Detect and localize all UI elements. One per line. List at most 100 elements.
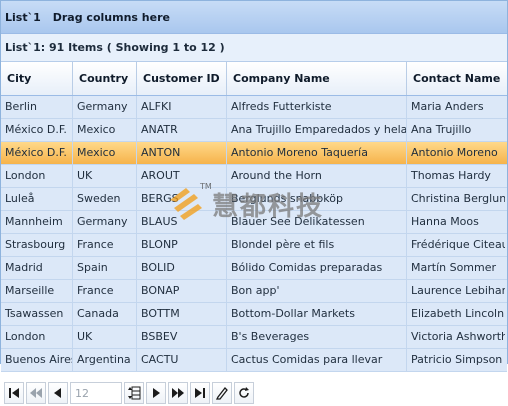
cell-city[interactable]: México D.F.: [1, 119, 73, 141]
cell-company-name[interactable]: Blondel père et fils: [227, 234, 407, 256]
cell-city[interactable]: Marseille: [1, 280, 73, 302]
cell-country[interactable]: France: [73, 280, 137, 302]
cell-city[interactable]: Strasbourg: [1, 234, 73, 256]
cell-country[interactable]: Mexico: [73, 119, 137, 141]
list-info-bar: List`1: 91 Items ( Showing 1 to 12 ): [1, 34, 507, 62]
cell-company-name[interactable]: Blauer See Delikatessen: [227, 211, 407, 233]
cell-contact-name[interactable]: Frédérique Citeaux: [407, 234, 505, 256]
cell-city[interactable]: Tsawassen: [1, 303, 73, 325]
last-page-button[interactable]: [190, 382, 210, 404]
cell-customer-id[interactable]: AROUT: [137, 165, 227, 187]
previous-group-icon: [30, 388, 42, 398]
cell-city[interactable]: Berlin: [1, 96, 73, 118]
previous-page-icon: [54, 388, 61, 398]
cell-city[interactable]: Buenos Aires: [1, 349, 73, 371]
table-row[interactable]: Luleå Sweden BERGS Berglunds snabbköp Christ…: [1, 188, 507, 211]
cell-customer-id[interactable]: BOTTM: [137, 303, 227, 325]
table-row[interactable]: Marseille France BONAP Bon app' Laurence Leb…: [1, 280, 507, 303]
cell-contact-name[interactable]: Maria Anders: [407, 96, 505, 118]
column-header-company-name[interactable]: Company Name: [227, 62, 407, 95]
group-by-panel[interactable]: List`1 Drag columns here: [1, 1, 507, 34]
cell-company-name[interactable]: Antonio Moreno Taquería: [227, 142, 407, 164]
next-group-icon: [172, 388, 184, 398]
cell-customer-id[interactable]: BONAP: [137, 280, 227, 302]
cell-country[interactable]: UK: [73, 165, 137, 187]
cell-contact-name[interactable]: Antonio Moreno: [407, 142, 505, 164]
page-size-icon: [128, 386, 141, 400]
cell-city[interactable]: México D.F.: [1, 142, 73, 164]
cell-contact-name[interactable]: Elizabeth Lincoln: [407, 303, 505, 325]
previous-group-button[interactable]: [26, 382, 46, 404]
first-page-button[interactable]: [4, 382, 24, 404]
table-row[interactable]: Buenos Aires Argentina CACTU Cactus Comidas…: [1, 349, 507, 372]
grid-body: Berlin Germany ALFKI Alfreds Futterkiste Mar…: [1, 96, 507, 372]
cell-country[interactable]: Argentina: [73, 349, 137, 371]
cell-company-name[interactable]: B's Beverages: [227, 326, 407, 348]
table-row[interactable]: Strasbourg France BLONP Blondel père et fil…: [1, 234, 507, 257]
cell-company-name[interactable]: Ana Trujillo Emparedados y helados: [227, 119, 407, 141]
page-size-input[interactable]: [70, 382, 122, 404]
cell-country[interactable]: Sweden: [73, 188, 137, 210]
cell-company-name[interactable]: Bottom-Dollar Markets: [227, 303, 407, 325]
column-header-customer-id[interactable]: Customer ID: [137, 62, 227, 95]
cell-contact-name[interactable]: Christina Berglund: [407, 188, 505, 210]
refresh-button[interactable]: [234, 382, 254, 404]
page-size-button[interactable]: [124, 382, 144, 404]
cell-city[interactable]: London: [1, 165, 73, 187]
cell-customer-id[interactable]: CACTU: [137, 349, 227, 371]
cell-country[interactable]: Germany: [73, 211, 137, 233]
column-header-contact-name[interactable]: Contact Name: [407, 62, 505, 95]
cell-city[interactable]: Madrid: [1, 257, 73, 279]
data-grid: List`1 Drag columns here List`1: 91 Item…: [0, 0, 508, 372]
cell-customer-id[interactable]: BLONP: [137, 234, 227, 256]
cell-company-name[interactable]: Alfreds Futterkiste: [227, 96, 407, 118]
cell-customer-id[interactable]: BLAUS: [137, 211, 227, 233]
pager-toolbar: [4, 382, 256, 404]
cell-country[interactable]: Canada: [73, 303, 137, 325]
table-row[interactable]: London UK BSBEV B's Beverages Victoria Ashwo…: [1, 326, 507, 349]
cell-customer-id[interactable]: ALFKI: [137, 96, 227, 118]
cell-city[interactable]: Luleå: [1, 188, 73, 210]
cell-contact-name[interactable]: Ana Trujillo: [407, 119, 505, 141]
column-header-row: City Country Customer ID Company Name Co…: [1, 62, 507, 96]
cell-company-name[interactable]: Around the Horn: [227, 165, 407, 187]
group-bar-title: List`1: [5, 10, 41, 24]
cell-contact-name[interactable]: Victoria Ashworth: [407, 326, 505, 348]
cell-customer-id[interactable]: BOLID: [137, 257, 227, 279]
cell-country[interactable]: Mexico: [73, 142, 137, 164]
group-bar-hint: Drag columns here: [52, 10, 170, 24]
cell-company-name[interactable]: Bon app': [227, 280, 407, 302]
table-row[interactable]: Mannheim Germany BLAUS Blauer See Delikates…: [1, 211, 507, 234]
next-page-button[interactable]: [146, 382, 166, 404]
cell-city[interactable]: Mannheim: [1, 211, 73, 233]
cell-contact-name[interactable]: Laurence Lebihan: [407, 280, 505, 302]
cell-contact-name[interactable]: Hanna Moos: [407, 211, 505, 233]
table-row[interactable]: México D.F. Mexico ANTON Antonio Moreno Taq…: [1, 142, 507, 165]
cell-country[interactable]: Spain: [73, 257, 137, 279]
column-header-city[interactable]: City: [1, 62, 73, 95]
cell-contact-name[interactable]: Martín Sommer: [407, 257, 505, 279]
cell-contact-name[interactable]: Patricio Simpson: [407, 349, 505, 371]
cell-country[interactable]: UK: [73, 326, 137, 348]
table-row[interactable]: Madrid Spain BOLID Bólido Comidas preparada…: [1, 257, 507, 280]
next-page-icon: [153, 388, 160, 398]
edit-button[interactable]: [212, 382, 232, 404]
cell-contact-name[interactable]: Thomas Hardy: [407, 165, 505, 187]
table-row[interactable]: Tsawassen Canada BOTTM Bottom-Dollar Market…: [1, 303, 507, 326]
table-row[interactable]: México D.F. Mexico ANATR Ana Trujillo Empar…: [1, 119, 507, 142]
cell-city[interactable]: London: [1, 326, 73, 348]
cell-country[interactable]: France: [73, 234, 137, 256]
cell-customer-id[interactable]: BSBEV: [137, 326, 227, 348]
previous-page-button[interactable]: [48, 382, 68, 404]
table-row[interactable]: Berlin Germany ALFKI Alfreds Futterkiste Mar…: [1, 96, 507, 119]
cell-company-name[interactable]: Bólido Comidas preparadas: [227, 257, 407, 279]
next-group-button[interactable]: [168, 382, 188, 404]
cell-country[interactable]: Germany: [73, 96, 137, 118]
cell-company-name[interactable]: Cactus Comidas para llevar: [227, 349, 407, 371]
column-header-country[interactable]: Country: [73, 62, 137, 95]
table-row[interactable]: London UK AROUT Around the Horn Thomas Hardy: [1, 165, 507, 188]
cell-customer-id[interactable]: ANATR: [137, 119, 227, 141]
cell-customer-id[interactable]: ANTON: [137, 142, 227, 164]
cell-company-name[interactable]: Berglunds snabbköp: [227, 188, 407, 210]
cell-customer-id[interactable]: BERGS: [137, 188, 227, 210]
